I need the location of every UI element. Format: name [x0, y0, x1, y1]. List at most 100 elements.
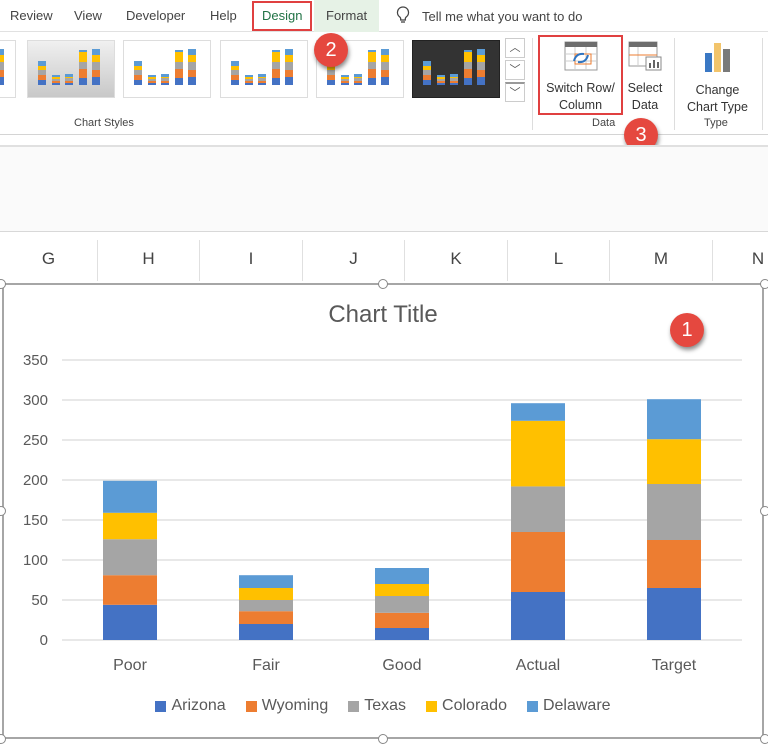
tab-design[interactable]: Design [252, 1, 313, 31]
column-header[interactable]: J [303, 240, 405, 281]
mini-bar [78, 61, 87, 69]
column-header[interactable]: H [98, 240, 200, 281]
bar-segment-wyoming[interactable] [103, 575, 157, 605]
tab-review[interactable]: Review [8, 0, 55, 32]
mini-bar [161, 83, 170, 85]
legend-label: Wyoming [261, 697, 329, 714]
bar-segment-arizona[interactable] [103, 604, 157, 640]
mini-bar [381, 70, 390, 78]
tab-view[interactable]: View [72, 0, 104, 32]
bar-segment-delaware[interactable] [375, 568, 429, 584]
gallery-up-button[interactable]: ︿ [505, 38, 525, 58]
mini-bar [231, 65, 239, 70]
chart-style-thumb[interactable] [412, 40, 500, 98]
mini-bar [271, 52, 280, 62]
mini-bar [340, 80, 349, 83]
column-header[interactable]: N [713, 240, 768, 281]
bar-segment-texas[interactable] [239, 600, 293, 612]
tab-help[interactable]: Help [208, 0, 239, 32]
bar-segment-texas[interactable] [103, 539, 157, 576]
bar-segment-colorado[interactable] [511, 420, 565, 487]
column-header[interactable]: G [0, 240, 98, 281]
step-badge-2: 2 [314, 33, 348, 67]
resize-handle[interactable] [760, 506, 768, 516]
gallery-more-button[interactable]: ﹀ [505, 82, 525, 102]
column-header[interactable]: M [610, 240, 713, 281]
bar-segment-arizona[interactable] [375, 628, 429, 640]
mini-bar [51, 79, 60, 81]
bar-segment-wyoming[interactable] [375, 612, 429, 628]
bar-segment-wyoming[interactable] [647, 540, 701, 588]
mini-bar [354, 78, 363, 81]
tell-me-search[interactable]: Tell me what you want to do [396, 0, 582, 32]
bar-segment-delaware[interactable] [103, 480, 157, 513]
mini-bar [450, 76, 459, 79]
mini-bar [354, 83, 363, 85]
bar-segment-delaware[interactable] [511, 403, 565, 421]
resize-handle[interactable] [378, 734, 388, 744]
ribbon-design: ︿ ﹀ ﹀ Chart Styles Switch Row/ Column Se… [0, 32, 768, 135]
mini-bar [78, 49, 87, 53]
x-tick-label: Fair [252, 657, 280, 674]
resize-handle[interactable] [760, 279, 768, 289]
legend-item[interactable]: Texas [348, 697, 406, 715]
mini-bar [381, 77, 390, 85]
legend-item[interactable]: Wyoming [245, 697, 329, 715]
resize-handle[interactable] [760, 734, 768, 744]
tab-developer[interactable]: Developer [124, 0, 187, 32]
mini-bar [65, 80, 74, 84]
legend-item[interactable]: Delaware [526, 697, 611, 715]
mini-bar [271, 68, 280, 78]
chart-style-thumb[interactable] [0, 40, 16, 98]
mini-bar [147, 82, 156, 85]
stacked-column-chart[interactable]: Chart Title 0 50 100 150 200 250 300 350 Poor Fai… [2, 283, 764, 739]
plot-area: 0 50 100 150 200 250 300 350 Poor Fair Good Actual T… [23, 352, 742, 674]
bar-segment-colorado[interactable] [647, 439, 701, 484]
resize-handle[interactable] [378, 279, 388, 289]
column-header[interactable]: I [200, 240, 303, 281]
mini-bar [450, 83, 459, 85]
tab-format[interactable]: Format [314, 0, 380, 32]
mini-bar [436, 75, 445, 78]
change-chart-type-button[interactable]: Change Chart Type [680, 37, 755, 116]
mini-bar [436, 80, 445, 83]
chart-style-thumb[interactable] [123, 40, 211, 98]
bar-segment-colorado[interactable] [103, 512, 157, 540]
legend-label: Delaware [542, 697, 611, 714]
bar-segment-delaware[interactable] [239, 575, 293, 588]
mini-bar [161, 80, 170, 84]
column-header[interactable]: K [405, 240, 508, 281]
select-data-button[interactable]: Select Data [624, 37, 666, 114]
mini-bar [463, 52, 472, 62]
mini-bar [381, 61, 390, 70]
chart-legend[interactable]: Arizona Wyoming Texas Colorado Delaware [4, 697, 762, 715]
change-chart-type-label-1: Change [695, 83, 740, 97]
bar-segment-arizona[interactable] [239, 624, 293, 640]
bar-segment-texas[interactable] [375, 596, 429, 613]
resize-handle[interactable] [0, 734, 6, 744]
bar-segment-texas[interactable] [647, 484, 701, 540]
column-header[interactable]: L [508, 240, 610, 281]
bar-segment-texas[interactable] [511, 486, 565, 532]
mini-bar [231, 69, 239, 76]
chart-style-thumb[interactable] [220, 40, 308, 98]
bar-segment-colorado[interactable] [239, 588, 293, 600]
legend-item[interactable]: Arizona [155, 697, 226, 715]
legend-swatch [155, 700, 167, 712]
switch-row-column-button[interactable]: Switch Row/ Column [538, 35, 623, 115]
tell-me-placeholder: Tell me what you want to do [422, 8, 583, 24]
bar-segment-arizona[interactable] [511, 592, 565, 640]
legend-item[interactable]: Colorado [426, 697, 507, 715]
chart-style-thumb[interactable] [27, 40, 115, 98]
mini-bar [0, 54, 4, 62]
bar-segment-wyoming[interactable] [511, 532, 565, 592]
bar-segment-colorado[interactable] [375, 584, 429, 596]
mini-bar [174, 61, 183, 69]
mini-bar [285, 48, 294, 55]
bar-segment-arizona[interactable] [647, 588, 701, 640]
y-tick-label: 350 [23, 352, 48, 369]
mini-bar [381, 54, 390, 62]
gallery-down-button[interactable]: ﹀ [505, 60, 525, 80]
bar-segment-wyoming[interactable] [239, 611, 293, 624]
bar-segment-delaware[interactable] [647, 399, 701, 440]
